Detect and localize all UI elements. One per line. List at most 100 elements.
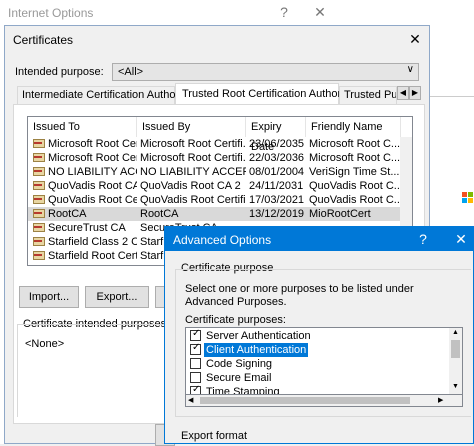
purpose-checkbox[interactable] <box>190 372 201 383</box>
table-cell: 24/11/2031 <box>249 180 304 192</box>
table-row[interactable]: Microsoft Root Certi...Microsoft Root Ce… <box>28 151 400 165</box>
help-icon[interactable]: ? <box>274 4 294 20</box>
table-row[interactable]: RootCA RootCA 13/12/2019 MioRootCert <box>28 207 400 221</box>
certificate-ribbon-icon <box>34 212 42 214</box>
table-cell: 17/03/2021 <box>249 194 305 206</box>
purposes-scroll-down-icon[interactable]: ▼ <box>452 383 459 390</box>
purposes-list[interactable]: ✓ Server Authentication ✓ Client Authentica… <box>185 327 463 395</box>
tab-trusted-root[interactable]: Trusted Root Certification Authorities <box>175 83 361 105</box>
purpose-label: Code Signing <box>206 358 273 370</box>
certificates-title: Certificates <box>13 33 74 47</box>
table-cell: Microsoft Root C... <box>309 138 400 150</box>
check-icon: ✓ <box>192 384 201 395</box>
import-button[interactable]: Import... <box>19 286 79 308</box>
column-expiry-date[interactable]: Expiry Date <box>246 117 306 153</box>
tab-intermediate-label: Intermediate Certification Authorities <box>22 89 199 101</box>
intended-purpose-value: <All> <box>118 66 144 78</box>
table-cell: Starfield Root Certi... <box>48 250 137 262</box>
hscroll-left-icon[interactable]: ◀ <box>188 396 193 404</box>
advanced-close-icon[interactable]: ✕ <box>451 231 471 248</box>
export-format-label: Export format <box>181 430 248 442</box>
table-cell: QuoVadis Root CA 2 <box>48 180 137 192</box>
table-cell: QuoVadis Root C... <box>309 194 400 206</box>
table-cell: Microsoft Root Certi... <box>48 138 137 150</box>
purposes-scroll-up-icon[interactable]: ▲ <box>452 329 459 336</box>
table-cell: 23/06/2035 <box>249 138 305 150</box>
purpose-item[interactable]: Code Signing <box>186 357 448 371</box>
purpose-label: Secure Email <box>206 372 272 384</box>
table-cell: Microsoft Root C... <box>309 152 400 164</box>
purpose-item[interactable]: Secure Email <box>186 371 448 385</box>
purpose-label: Client Authentication <box>204 343 309 357</box>
column-issued-to[interactable]: Issued To <box>28 117 137 137</box>
purpose-item[interactable]: ✓ Client Authentication <box>186 342 448 357</box>
certificate-ribbon-icon <box>34 198 42 200</box>
purpose-checkbox[interactable] <box>190 358 201 369</box>
purposes-list-label: Certificate purposes: <box>185 314 286 326</box>
table-cell: 13/12/2019 <box>249 208 305 220</box>
purpose-checkbox[interactable]: ✓ <box>190 342 201 355</box>
intended-purpose-label: Intended purpose: <box>15 66 104 78</box>
column-issued-by[interactable]: Issued By <box>137 117 246 137</box>
store-icon[interactable] <box>462 192 474 204</box>
close-icon[interactable]: ✕ <box>310 4 330 21</box>
table-cell: RootCA <box>48 208 87 220</box>
tab-scroll-left-icon[interactable]: ◀ <box>397 86 409 100</box>
intended-purposes-value: <None> <box>25 338 65 350</box>
background-divider <box>428 96 474 97</box>
table-row[interactable]: Microsoft Root Certi...Microsoft Root Ce… <box>28 137 400 151</box>
check-icon: ✓ <box>192 328 201 339</box>
table-cell: QuoVadis Root Certi... <box>48 194 137 206</box>
tab-scroll-right-icon[interactable]: ▶ <box>409 86 421 100</box>
table-cell: QuoVadis Root CA 2 <box>140 180 241 192</box>
table-row[interactable]: QuoVadis Root CA 2QuoVadis Root CA 2 24/1… <box>28 179 400 193</box>
table-cell: QuoVadis Root C... <box>309 180 400 192</box>
certificate-ribbon-icon <box>34 254 42 256</box>
table-cell: NO LIABILITY ACCEP... <box>140 166 246 178</box>
chevron-down-icon: ∨ <box>406 64 414 75</box>
table-cell: MioRootCert <box>309 208 371 220</box>
table-cell: QuoVadis Root Certifi... <box>140 194 246 206</box>
table-cell: Microsoft Root Certi... <box>48 152 137 164</box>
export-button[interactable]: Export... <box>85 286 149 308</box>
certificate-ribbon-icon <box>34 142 42 144</box>
purpose-description: Select one or more purposes to be listed… <box>185 283 414 308</box>
table-cell: Microsoft Root Certifi... <box>140 152 246 164</box>
table-cell: RootCA <box>140 208 179 220</box>
purpose-checkbox[interactable]: ✓ <box>190 328 201 341</box>
table-cell: NO LIABILITY ACCEP... <box>48 166 137 178</box>
certificates-close-icon[interactable]: ✕ <box>405 31 425 48</box>
purpose-item[interactable]: ✓ Server Authentication <box>186 328 448 343</box>
tab-trusted-root-label: Trusted Root Certification Authorities <box>182 88 361 100</box>
table-cell: Starfield Class 2 Ce... <box>48 236 137 248</box>
certificate-ribbon-icon <box>34 240 42 242</box>
internet-options-title: Internet Options <box>8 6 94 20</box>
tab-intermediate[interactable]: Intermediate Certification Authorities <box>17 86 199 104</box>
purpose-item[interactable]: ✓ Time Stamping <box>186 384 448 395</box>
certificate-ribbon-icon <box>34 170 42 172</box>
certificate-ribbon-icon <box>34 226 42 228</box>
hscroll-right-icon[interactable]: ▶ <box>438 396 443 404</box>
table-cell: 22/03/2036 <box>249 152 305 164</box>
purpose-label: Server Authentication <box>206 330 311 342</box>
advanced-title: Advanced Options <box>173 233 272 247</box>
column-friendly-name[interactable]: Friendly Name <box>306 117 401 137</box>
purpose-label: Time Stamping <box>206 386 280 395</box>
purposes-scrollbar[interactable]: ▲ ▼ <box>449 328 462 394</box>
purpose-checkbox[interactable]: ✓ <box>190 384 201 395</box>
certificate-ribbon-icon <box>34 156 42 158</box>
tab-trusted-publishers[interactable]: Trusted Publ <box>339 86 397 104</box>
purposes-hscrollbar[interactable]: ◀ ▶ <box>185 395 463 407</box>
table-cell: 08/01/2004 <box>249 166 305 178</box>
advanced-options-dialog: Advanced Options ? ✕ Certificate purpose… <box>164 226 474 444</box>
table-row[interactable]: QuoVadis Root Certi...QuoVadis Root Cert… <box>28 193 400 207</box>
check-icon: ✓ <box>192 342 201 353</box>
tab-trusted-publishers-label: Trusted Publ <box>344 89 397 101</box>
advanced-help-icon[interactable]: ? <box>413 231 433 247</box>
hscroll-thumb[interactable] <box>200 397 410 404</box>
table-row[interactable]: NO LIABILITY ACCEP...NO LIABILITY ACCEP.… <box>28 165 400 179</box>
table-cell: Microsoft Root Certifi... <box>140 138 246 150</box>
intended-purpose-select[interactable]: <All> ∨ <box>112 63 419 81</box>
table-cell: SecureTrust CA <box>48 222 126 234</box>
purposes-scrollbar-thumb[interactable] <box>451 340 460 358</box>
